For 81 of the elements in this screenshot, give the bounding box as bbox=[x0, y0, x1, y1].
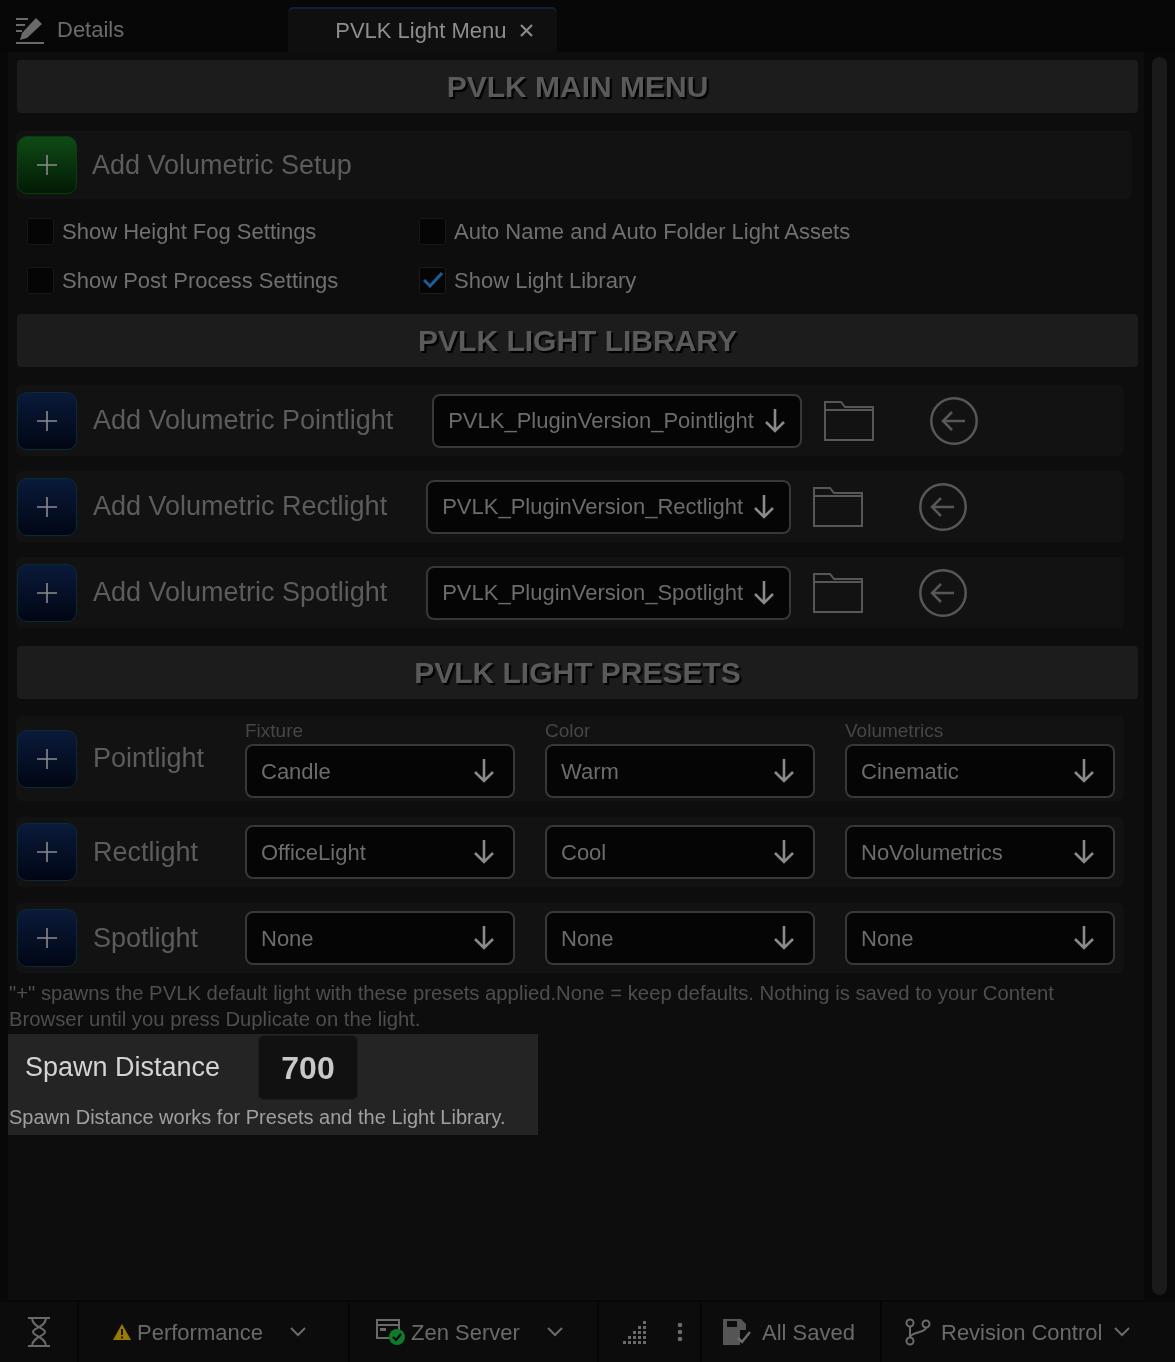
arrow-down-icon bbox=[773, 840, 795, 864]
arrow-down-icon bbox=[1073, 926, 1095, 950]
checkbox[interactable] bbox=[419, 266, 446, 294]
arrow-down-icon bbox=[773, 926, 795, 950]
plus-icon bbox=[37, 928, 57, 948]
plus-icon bbox=[37, 748, 57, 769]
asset-dropdown[interactable]: PVLK_PluginVersion_Pointlight bbox=[432, 393, 802, 448]
chevron-down-icon[interactable] bbox=[546, 1327, 563, 1337]
circle-arrow-left-icon[interactable] bbox=[929, 396, 978, 445]
save-check-icon bbox=[722, 1318, 752, 1346]
checkmark-icon bbox=[422, 272, 443, 288]
row-label: Rectlight bbox=[93, 835, 200, 869]
arrow-down-icon bbox=[473, 926, 495, 950]
row-label: Spotlight bbox=[93, 921, 200, 955]
add-button[interactable] bbox=[17, 729, 77, 788]
circle-arrow-left-icon[interactable] bbox=[919, 482, 967, 531]
status-bar-button[interactable]: Zen Server bbox=[350, 1302, 597, 1362]
option-label: Show Post Process Settings bbox=[62, 266, 339, 295]
chevron-down-icon[interactable] bbox=[289, 1327, 306, 1337]
plus-icon bbox=[37, 842, 57, 862]
option-label: Show Height Fog Settings bbox=[62, 217, 317, 246]
row-label: Pointlight bbox=[93, 742, 206, 776]
plus-icon bbox=[37, 496, 57, 517]
arrow-down-icon bbox=[763, 408, 786, 433]
button-label: Add Volumetric Setup bbox=[92, 148, 352, 182]
section-title: PVLK MAIN MENU bbox=[446, 69, 709, 105]
tab[interactable]: PVLK Light Menu bbox=[288, 7, 558, 52]
warning-icon bbox=[113, 1324, 131, 1340]
help-text: "+" spawns the PVLK default light with these presets applied.None = keep defaults. Nothing is saved to your Content Browser until you press Duplicate on the light. bbox=[9, 981, 1055, 1032]
option-label: Show Light Library bbox=[454, 266, 637, 295]
section-title: PVLK LIGHT PRESETS bbox=[414, 655, 741, 691]
preset-dropdown[interactable]: Candle bbox=[245, 744, 515, 798]
number-field[interactable]: 700 bbox=[258, 1035, 358, 1100]
preset-dropdown[interactable]: Cinematic bbox=[845, 744, 1115, 798]
preset-dropdown[interactable]: OfficeLight bbox=[245, 825, 515, 879]
hourglass-icon[interactable] bbox=[26, 1317, 51, 1347]
branch-icon bbox=[905, 1318, 931, 1346]
chevron-down-icon[interactable] bbox=[1114, 1327, 1131, 1337]
plus-icon bbox=[37, 582, 57, 603]
circle-arrow-left-icon[interactable] bbox=[919, 568, 968, 617]
add-button[interactable] bbox=[17, 136, 77, 194]
add-button[interactable] bbox=[17, 823, 77, 881]
section-title: PVLK LIGHT LIBRARY bbox=[418, 323, 737, 359]
status-bar-button[interactable]: Revision Control bbox=[882, 1302, 1175, 1362]
preset-dropdown[interactable]: None bbox=[245, 911, 515, 965]
option-label: Auto Name and Auto Folder Light Assets bbox=[454, 217, 851, 246]
more-icon[interactable] bbox=[677, 1322, 683, 1342]
plus-icon bbox=[37, 155, 57, 175]
edit-icon bbox=[15, 15, 45, 44]
preset-dropdown[interactable]: NoVolumetrics bbox=[845, 825, 1115, 879]
folder-icon[interactable] bbox=[813, 486, 863, 527]
status-bar-button[interactable]: All Saved bbox=[702, 1302, 880, 1362]
preset-dropdown[interactable]: Warm bbox=[545, 744, 815, 798]
arrow-down-icon bbox=[753, 580, 776, 605]
add-button[interactable] bbox=[17, 909, 77, 967]
help-text: Spawn Distance works for Presets and the Light Library. bbox=[8, 1105, 507, 1130]
arrow-down-icon bbox=[1073, 840, 1095, 864]
preset-dropdown[interactable]: Cool bbox=[545, 825, 815, 879]
folder-icon[interactable] bbox=[813, 572, 864, 613]
preset-dropdown[interactable]: None bbox=[845, 911, 1115, 965]
preset-dropdown[interactable]: None bbox=[545, 911, 815, 965]
arrow-down-icon bbox=[773, 759, 795, 783]
close-icon[interactable] bbox=[520, 24, 534, 37]
folder-icon[interactable] bbox=[823, 400, 874, 441]
status-bar-button[interactable]: Performance bbox=[79, 1302, 348, 1362]
plus-icon bbox=[37, 410, 57, 431]
asset-dropdown[interactable]: PVLK_PluginVersion_Rectlight bbox=[426, 479, 791, 534]
add-button[interactable] bbox=[17, 391, 77, 450]
arrow-down-icon bbox=[473, 840, 495, 864]
add-button[interactable] bbox=[17, 563, 77, 622]
row-label: Add Volumetric Spotlight bbox=[93, 576, 388, 610]
row-label: Add Volumetric Rectlight bbox=[93, 490, 388, 524]
add-button[interactable] bbox=[17, 477, 77, 536]
row-label: Add Volumetric Pointlight bbox=[93, 404, 394, 438]
field-label: Spawn Distance bbox=[24, 1050, 222, 1084]
tab[interactable]: Details bbox=[15, 7, 125, 52]
arrow-down-icon bbox=[753, 494, 775, 519]
asset-dropdown[interactable]: PVLK_PluginVersion_Spotlight bbox=[426, 565, 792, 620]
arrow-down-icon bbox=[1073, 759, 1095, 783]
arrow-down-icon bbox=[473, 759, 495, 783]
server-check-icon bbox=[376, 1318, 406, 1346]
